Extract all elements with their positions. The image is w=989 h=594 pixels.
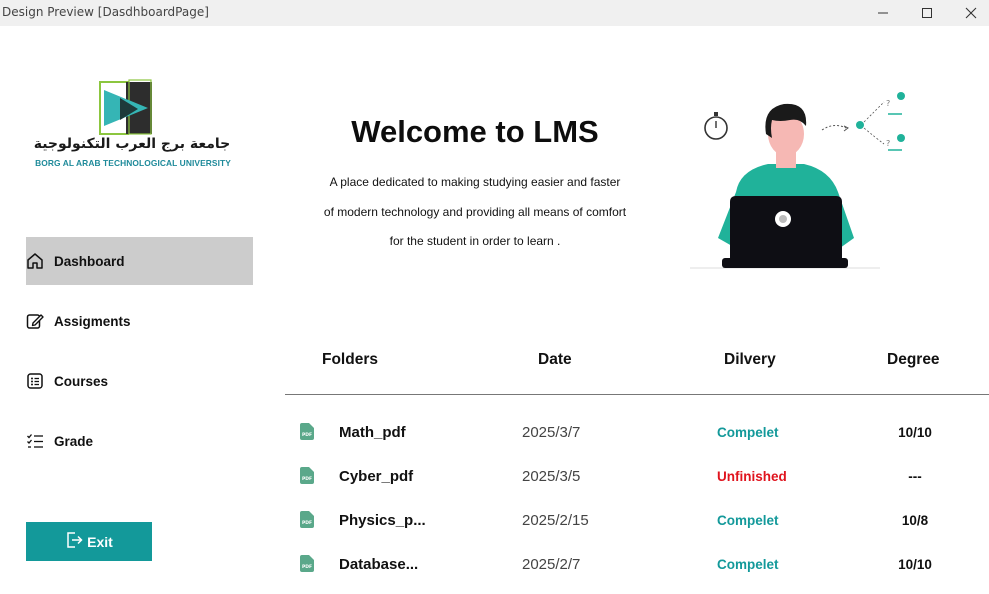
exit-button[interactable]: Exit bbox=[26, 522, 152, 561]
file-date: 2025/2/15 bbox=[522, 512, 589, 529]
hero-description-line: of modern technology and providing all m… bbox=[323, 205, 627, 219]
svg-text:PDF: PDF bbox=[302, 520, 312, 526]
table-header-divider bbox=[285, 394, 989, 395]
minimize-icon bbox=[878, 12, 888, 14]
table-row[interactable]: PDF Database... 2025/2/7 Compelet 10/10 bbox=[285, 555, 989, 572]
list-icon bbox=[26, 372, 44, 390]
degree-value: 10/10 bbox=[898, 425, 932, 440]
svg-text:PDF: PDF bbox=[302, 432, 312, 438]
column-header-dilvery[interactable]: Dilvery bbox=[724, 351, 776, 369]
logo-mark-icon bbox=[99, 79, 152, 135]
maximize-button[interactable] bbox=[904, 0, 950, 26]
sidebar-item-label: Grade bbox=[54, 433, 94, 449]
assignments-table-body[interactable]: PDF Math_pdf 2025/3/7 Compelet 10/10 PDF… bbox=[285, 396, 989, 572]
sidebar-item-courses[interactable]: Courses bbox=[26, 357, 253, 405]
svg-text:PDF: PDF bbox=[302, 476, 312, 482]
window-title: Design Preview [DasdhboardPage] bbox=[2, 5, 209, 19]
edit-icon bbox=[26, 312, 44, 330]
page-title: Welcome to LMS bbox=[351, 114, 599, 149]
degree-value: 10/8 bbox=[901, 513, 929, 528]
hero-description-line: for the student in order to learn . bbox=[389, 234, 561, 248]
file-name[interactable]: Physics_p... bbox=[339, 512, 426, 529]
delivery-status: Unfinished bbox=[717, 469, 787, 484]
title-bar: Design Preview [DasdhboardPage] bbox=[0, 0, 989, 26]
university-arabic-name: جامعة برج العرب التكنولوجية bbox=[33, 136, 231, 152]
sidebar-item-assigments[interactable]: Assigments bbox=[26, 297, 253, 345]
exit-button-label: Exit bbox=[87, 533, 113, 550]
file-date: 2025/2/7 bbox=[522, 556, 581, 572]
file-name[interactable]: Math_pdf bbox=[339, 424, 406, 441]
file-name[interactable]: Database... bbox=[339, 556, 418, 572]
pdf-file-icon: PDF bbox=[300, 511, 314, 528]
close-icon bbox=[965, 7, 977, 19]
delivery-status: Compelet bbox=[717, 425, 779, 440]
svg-text:?: ? bbox=[886, 139, 890, 148]
sidebar-item-label: Dashboard bbox=[54, 253, 125, 269]
file-date: 2025/3/7 bbox=[522, 424, 581, 441]
maximize-icon bbox=[922, 8, 932, 18]
hero-description-line: A place dedicated to making studying eas… bbox=[329, 175, 621, 189]
sidebar-item-label: Assigments bbox=[54, 313, 131, 329]
sidebar-item-grade[interactable]: Grade bbox=[26, 417, 253, 465]
column-header-degree[interactable]: Degree bbox=[887, 351, 940, 369]
delivery-status: Compelet bbox=[717, 513, 779, 528]
close-button[interactable] bbox=[948, 0, 989, 26]
sidebar-item-dashboard[interactable]: Dashboard bbox=[26, 237, 253, 285]
university-logo: جامعة برج العرب التكنولوجية BORG AL ARAB… bbox=[26, 78, 238, 174]
file-name[interactable]: Cyber_pdf bbox=[339, 468, 413, 485]
sidebar-item-label: Courses bbox=[54, 373, 109, 389]
university-english-name: BORG AL ARAB TECHNOLOGICAL UNIVERSITY bbox=[35, 158, 231, 168]
table-row[interactable]: PDF Math_pdf 2025/3/7 Compelet 10/10 bbox=[285, 423, 989, 467]
student-laptop-illustration: ? ? bbox=[688, 88, 920, 274]
checklist-icon bbox=[26, 432, 44, 450]
table-row[interactable]: PDF Physics_p... 2025/2/15 Compelet 10/8 bbox=[285, 511, 989, 555]
degree-value: 10/10 bbox=[898, 557, 932, 572]
degree-value: --- bbox=[908, 469, 922, 484]
column-header-folders[interactable]: Folders bbox=[322, 351, 378, 369]
file-date: 2025/3/5 bbox=[522, 468, 581, 485]
svg-text:?: ? bbox=[886, 99, 890, 108]
column-header-date[interactable]: Date bbox=[538, 351, 572, 369]
minimize-button[interactable] bbox=[860, 0, 906, 26]
exit-icon bbox=[65, 531, 83, 553]
pdf-file-icon: PDF bbox=[300, 467, 314, 484]
table-row[interactable]: PDF Cyber_pdf 2025/3/5 Unfinished --- bbox=[285, 467, 989, 511]
home-icon bbox=[26, 252, 44, 270]
pdf-file-icon: PDF bbox=[300, 423, 314, 440]
stopwatch-icon bbox=[704, 112, 728, 140]
svg-text:PDF: PDF bbox=[302, 564, 312, 570]
pdf-file-icon: PDF bbox=[300, 555, 314, 572]
delivery-status: Compelet bbox=[717, 557, 779, 572]
